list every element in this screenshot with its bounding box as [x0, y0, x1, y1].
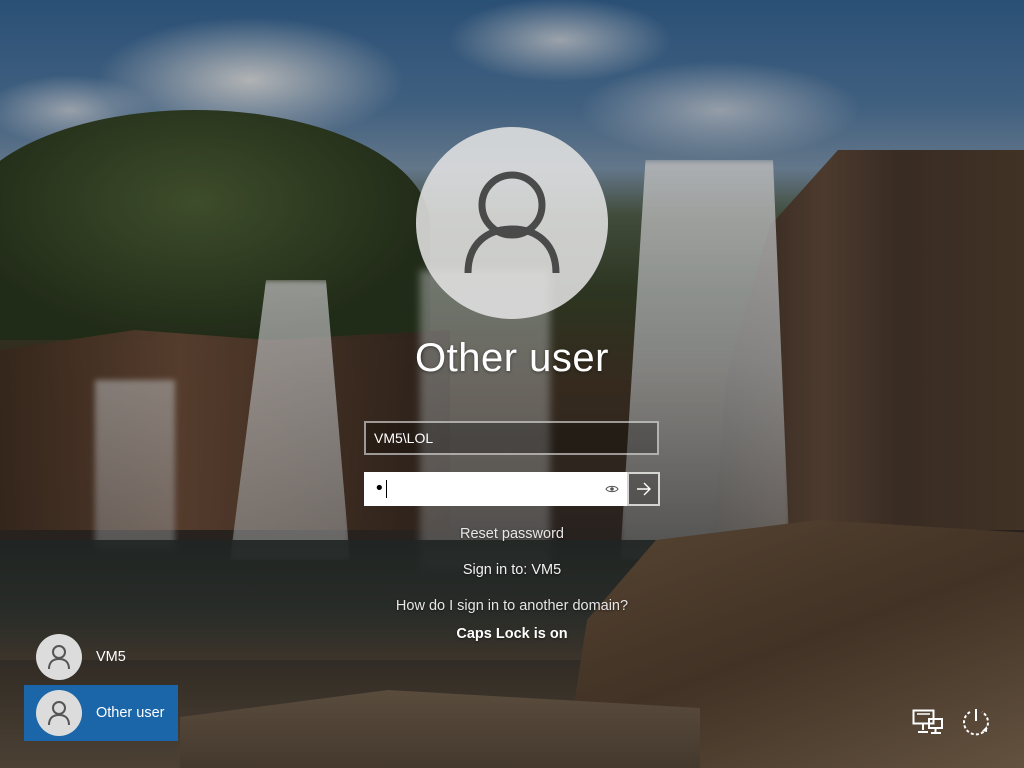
domain-help-link[interactable]: How do I sign in to another domain?	[0, 598, 1024, 614]
reset-password-link[interactable]: Reset password	[0, 526, 1024, 542]
password-field[interactable]: •	[364, 472, 627, 506]
power-icon	[963, 709, 989, 736]
network-button[interactable]	[910, 704, 946, 740]
username-field[interactable]: VM5\LOL	[364, 421, 659, 455]
account-name-title: Other user	[415, 336, 609, 380]
user-avatar	[416, 127, 608, 319]
power-button[interactable]	[958, 704, 994, 740]
username-value: VM5\LOL	[374, 430, 434, 446]
text-caret	[385, 480, 387, 498]
user-tile-vm5[interactable]: VM5	[24, 629, 178, 685]
submit-button[interactable]	[627, 472, 660, 506]
password-masked-value: •	[374, 478, 385, 499]
user-tile-label: VM5	[96, 649, 126, 665]
user-tile-label: Other user	[96, 705, 165, 721]
user-silhouette-icon	[36, 690, 82, 736]
arrow-right-icon	[636, 482, 651, 496]
eye-icon[interactable]	[605, 482, 619, 496]
user-tile-other-user[interactable]: Other user	[24, 685, 178, 741]
sign-in-to-label: Sign in to: VM5	[462, 562, 562, 578]
user-silhouette-icon	[36, 634, 82, 680]
user-silhouette-icon	[464, 171, 560, 274]
network-icon	[912, 709, 943, 734]
